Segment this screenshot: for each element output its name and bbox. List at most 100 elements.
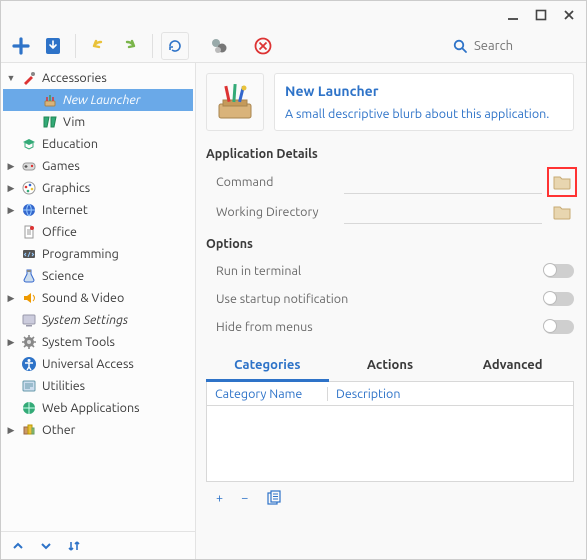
app-icon-button[interactable] — [206, 73, 264, 131]
expand-icon — [6, 381, 16, 391]
startup-notification-toggle[interactable] — [544, 292, 574, 306]
app-name-field[interactable]: New Launcher — [285, 83, 563, 99]
sort-button[interactable] — [67, 539, 81, 553]
sidebar-item[interactable]: Science — [3, 265, 193, 287]
clear-rows-button[interactable] — [266, 490, 282, 506]
sidebar-item[interactable]: Office — [3, 221, 193, 243]
category-icon — [20, 135, 38, 153]
options-heading: Options — [206, 237, 574, 251]
delete-button[interactable] — [249, 32, 277, 60]
sidebar-item[interactable]: ▶ System Tools — [3, 331, 193, 353]
details-heading: Application Details — [206, 147, 574, 161]
category-icon — [20, 157, 38, 175]
maximize-button[interactable] — [534, 8, 548, 22]
sidebar-item[interactable]: Education — [3, 133, 193, 155]
sidebar-item[interactable]: ▶Other — [3, 419, 193, 441]
sidebar-item-label: New Launcher — [63, 93, 140, 107]
hide-from-menus-row: Hide from menus — [206, 313, 574, 341]
header-row: New Launcher A small descriptive blurb a… — [206, 73, 574, 131]
expand-icon — [6, 249, 16, 259]
expand-icon[interactable]: ▶ — [6, 205, 16, 216]
tab-actions[interactable]: Actions — [329, 351, 452, 381]
expand-icon[interactable]: ▶ — [6, 183, 16, 194]
sidebar-item[interactable]: ▶Sound & Video — [3, 287, 193, 309]
main-pane: New Launcher A small descriptive blurb a… — [196, 63, 586, 559]
hide-from-menus-label: Hide from menus — [206, 320, 544, 334]
sidebar-item-label: Office — [42, 225, 77, 239]
tab-categories[interactable]: Categories — [206, 351, 329, 382]
command-browse-button[interactable] — [550, 170, 574, 194]
remove-row-button[interactable]: − — [241, 491, 248, 505]
category-icon — [20, 201, 38, 219]
expand-icon — [6, 139, 16, 149]
sidebar-item[interactable]: Web Applications — [3, 397, 193, 419]
expand-icon[interactable]: ▶ — [6, 161, 16, 172]
search-wrap — [446, 36, 580, 56]
sidebar-item[interactable]: ▶ Graphics — [3, 177, 193, 199]
new-launcher-button[interactable] — [7, 32, 35, 60]
app-icon — [41, 91, 59, 109]
category-icon — [20, 245, 38, 263]
add-row-button[interactable]: + — [216, 491, 223, 505]
command-input[interactable] — [344, 170, 542, 194]
col-category-name[interactable]: Category Name — [207, 387, 327, 401]
sidebar-item[interactable]: Universal Access — [3, 353, 193, 375]
search-icon — [452, 38, 468, 54]
expand-icon[interactable]: ▶ — [6, 293, 16, 304]
category-icon — [20, 333, 38, 351]
search-input[interactable] — [474, 39, 574, 53]
run-in-terminal-toggle[interactable] — [544, 264, 574, 278]
sidebar-item-label: Education — [42, 137, 98, 151]
separator — [152, 34, 153, 58]
sidebar-item-label: System Tools — [42, 335, 115, 349]
table-header: Category Name Description — [207, 382, 573, 406]
sidebar-item[interactable]: Utilities — [3, 375, 193, 397]
sidebar-item[interactable]: ▶ Internet — [3, 199, 193, 221]
expand-icon — [6, 315, 16, 325]
sidebar-item[interactable]: Programming — [3, 243, 193, 265]
move-up-button[interactable] — [11, 539, 25, 553]
sidebar-item[interactable]: ▼ Accessories — [3, 67, 193, 89]
save-button[interactable] — [39, 32, 67, 60]
sidebar-item-label: Vim — [63, 115, 85, 129]
sidebar-item-label: Internet — [42, 203, 88, 217]
redo-button[interactable] — [116, 32, 144, 60]
expand-icon[interactable]: ▶ — [6, 337, 16, 348]
sidebar-item[interactable]: System Settings — [3, 309, 193, 331]
tab-advanced[interactable]: Advanced — [451, 351, 574, 381]
command-label: Command — [206, 175, 336, 189]
collapse-icon[interactable]: ▼ — [6, 73, 16, 83]
hide-from-menus-toggle[interactable] — [544, 320, 574, 334]
toolbar — [1, 29, 586, 63]
undo-button[interactable] — [84, 32, 112, 60]
sidebar-item-label: Accessories — [42, 71, 107, 85]
workdir-browse-button[interactable] — [550, 200, 574, 224]
category-icon — [20, 421, 38, 439]
category-icon — [20, 355, 38, 373]
execute-button[interactable] — [205, 32, 233, 60]
sidebar-item-label: Science — [42, 269, 84, 283]
categories-table: Category Name Description — [206, 382, 574, 482]
category-icon — [20, 289, 38, 307]
sidebar-item[interactable]: ▶Games — [3, 155, 193, 177]
col-description[interactable]: Description — [327, 387, 408, 401]
expand-icon — [6, 403, 16, 413]
refresh-button[interactable] — [161, 32, 189, 60]
move-down-button[interactable] — [39, 539, 53, 553]
sidebar-item-label: Graphics — [42, 181, 90, 195]
workdir-input[interactable] — [344, 200, 542, 224]
app-icon — [41, 113, 59, 131]
sidebar-item[interactable]: Vim — [3, 111, 193, 133]
sidebar-item[interactable]: New Launcher — [3, 89, 193, 111]
minimize-button[interactable] — [506, 8, 520, 22]
sidebar: ▼ Accessories New Launcher Vim Education ▶Ga… — [1, 63, 196, 559]
category-tree: ▼ Accessories New Launcher Vim Education ▶Ga… — [1, 63, 195, 531]
category-icon — [20, 399, 38, 417]
close-button[interactable] — [562, 8, 576, 22]
app-description-field[interactable]: A small descriptive blurb about this app… — [285, 107, 563, 121]
run-in-terminal-row: Run in terminal — [206, 257, 574, 285]
row-actions: + − — [206, 482, 574, 514]
separator — [75, 34, 76, 58]
expand-icon[interactable]: ▶ — [6, 425, 16, 436]
category-icon — [20, 267, 38, 285]
